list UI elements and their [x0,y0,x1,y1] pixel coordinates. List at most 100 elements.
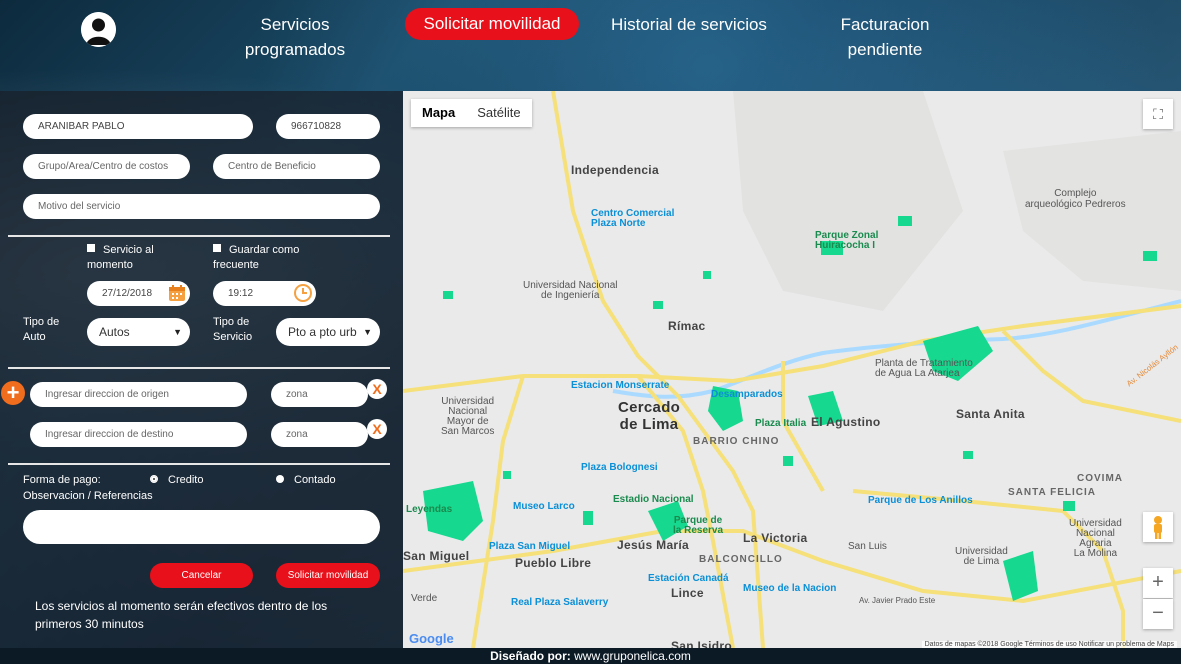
map-label-leyendas: Leyendas [406,504,453,515]
nav-facturacion-line2: pendiente [847,40,923,59]
cc-norte-2: Plaza Norte [591,218,646,229]
phone-field[interactable]: 966710828 [276,114,380,139]
footer-label: Diseñado por: [490,649,571,663]
servicio-momento-checkbox[interactable]: Servicio al momento [87,243,154,273]
checkbox-icon[interactable] [87,244,95,252]
map-label-covima: COVIMA [1077,473,1123,484]
tab-mapa[interactable]: Mapa [411,99,466,127]
servicio-momento-label-1: Servicio al [103,244,154,256]
page-footer: Diseñado por: www.gruponelica.com [0,648,1181,664]
grupo-area-field[interactable]: Grupo/Area/Centro de costos [23,154,190,179]
divider [8,367,390,369]
motivo-servicio-field[interactable]: Motivo del servicio [23,194,380,219]
service-note: Los servicios al momento serán efectivos… [35,599,328,631]
cercado-1: Cercado [618,399,681,416]
tipo-auto-label: Tipo de Auto [23,315,59,345]
checkbox-icon[interactable] [213,244,221,252]
map-label-parque-anillos: Parque de Los Anillos [868,495,973,506]
nav-servicios-programados[interactable]: Servicios programados [240,12,350,62]
map-label-parque-zonal: Parque Zonal Huiracocha I [815,231,878,251]
map-label-santa-anita: Santa Anita [956,407,1025,421]
origen-field[interactable]: Ingresar direccion de origen [30,382,247,407]
map-label-balconcillo: BALCONCILLO [699,554,783,565]
zoom-out-button[interactable]: − [1143,599,1173,629]
footer-url[interactable]: www.gruponelica.com [574,649,691,663]
destino-field[interactable]: Ingresar direccion de destino [30,422,247,447]
complejo-1: Complejo [1054,188,1097,199]
map-label-museo-larco: Museo Larco [513,501,575,512]
map-label-plaza-bolognesi: Plaza Bolognesi [581,462,658,473]
map-label-pueblo-libre: Pueblo Libre [515,556,592,570]
tipo-servicio-select[interactable]: Pto a pto urb ▼ [276,318,380,346]
nav-historial-servicios[interactable]: Historial de servicios [605,12,773,37]
clear-origen-button[interactable]: X [367,379,387,399]
map-label-verde: Verde [411,593,438,604]
google-logo: Google [409,631,454,646]
servicio-momento-label-2: momento [87,259,133,271]
map-attribution[interactable]: Datos de mapas ©2018 Google Términos de … [921,641,1177,648]
fullscreen-icon[interactable]: ⛶ [1143,99,1173,129]
map-label-plaza-san-miguel: Plaza San Miguel [489,541,571,552]
guardar-label-1: Guardar como [229,244,300,256]
destino-zona-field[interactable]: zona [271,422,368,447]
time-field[interactable]: 19:12 [213,281,316,306]
map-label-santa-felicia: SANTA FELICIA [1008,487,1096,498]
radio-icon[interactable] [276,475,284,483]
map-label-independencia: Independencia [571,163,659,177]
map-label-estadio: Estadio Nacional [613,494,694,505]
credito-radio[interactable]: Credito [150,473,203,488]
nav-servicios-line1: Servicios [260,15,330,34]
clock-icon[interactable] [294,284,312,302]
complejo-2: arqueológico Pedreros [1025,199,1126,210]
date-field[interactable]: 27/12/2018 [87,281,190,306]
map-label-museo-nacion: Museo de la Nacion [743,583,837,594]
parque-reserva-2: la Reserva [673,525,724,536]
user-avatar-icon[interactable] [81,12,116,47]
tipo-servicio-label: Tipo de Servicio [213,315,252,345]
map-label-parque-reserva: Parque de la Reserva [673,516,723,536]
add-stop-button[interactable]: + [1,381,25,405]
cancel-button[interactable]: Cancelar [150,563,253,588]
forma-pago-label: Forma de pago: [23,474,101,486]
calendar-icon[interactable] [168,284,186,302]
tipo-servicio-value: Pto a pto urb [288,325,357,339]
map-label-complejo: Complejo arqueológico Pedreros [1025,188,1126,210]
tab-satelite[interactable]: Satélite [466,99,531,127]
map-label-desamparados: Desamparados [711,389,783,400]
origen-zona-field[interactable]: zona [271,382,368,407]
zoom-in-button[interactable]: + [1143,568,1173,598]
solicitar-movilidad-button[interactable]: Solicitar movilidad [276,563,380,588]
map-view[interactable]: Mapa Satélite ⛶ + − Independencia Centro… [403,91,1181,648]
map-label-unmsm: Universidad Nacional Mayor de San Marcos [441,397,494,437]
map-label-uni: Universidad Nacional de Ingeniería [523,281,618,301]
map-label-estacion-canada: Estación Canadá [648,573,729,584]
divider [8,463,390,465]
unalm-4: La Molina [1073,548,1118,559]
parque-zonal-2: Huiracocha I [815,240,876,251]
clear-destino-button[interactable]: X [367,419,387,439]
time-value: 19:12 [228,288,254,299]
nav-solicitar-movilidad[interactable]: Solicitar movilidad [405,8,579,40]
map-label-cercado: Cercado de Lima [618,399,680,433]
map-type-toggle[interactable]: Mapa Satélite [411,99,532,127]
tipo-auto-label-1: Tipo de [23,316,60,328]
map-label-plaza-italia: Plaza Italia [755,418,807,429]
nav-facturacion-pendiente[interactable]: Facturacion pendiente [830,12,940,62]
map-label-barrio-chino: BARRIO CHINO [693,436,780,447]
tipo-auto-select[interactable]: Autos ▼ [87,318,190,346]
centro-beneficio-field[interactable]: Centro de Beneficio [213,154,380,179]
credito-label: Credito [168,474,204,486]
unmsm-4: San Marcos [441,426,495,437]
observacion-field[interactable] [23,510,380,544]
guardar-frecuente-checkbox[interactable]: Guardar como frecuente [213,243,299,273]
univ-lima-2: de Lima [963,556,1000,567]
contado-radio[interactable]: Contado [276,473,336,488]
guardar-label-2: frecuente [213,259,259,271]
map-label-planta: Planta de Tratamiento de Agua La Atarjea [875,359,973,379]
map-label-san-luis: San Luis [848,541,887,552]
radio-selected-icon[interactable] [150,475,158,483]
pegman-icon[interactable] [1143,512,1173,542]
name-field[interactable]: ARANIBAR PABLO [23,114,253,139]
chevron-down-icon: ▼ [173,327,182,337]
map-label-unalm: Universidad Nacional Agraria La Molina [1069,519,1122,559]
